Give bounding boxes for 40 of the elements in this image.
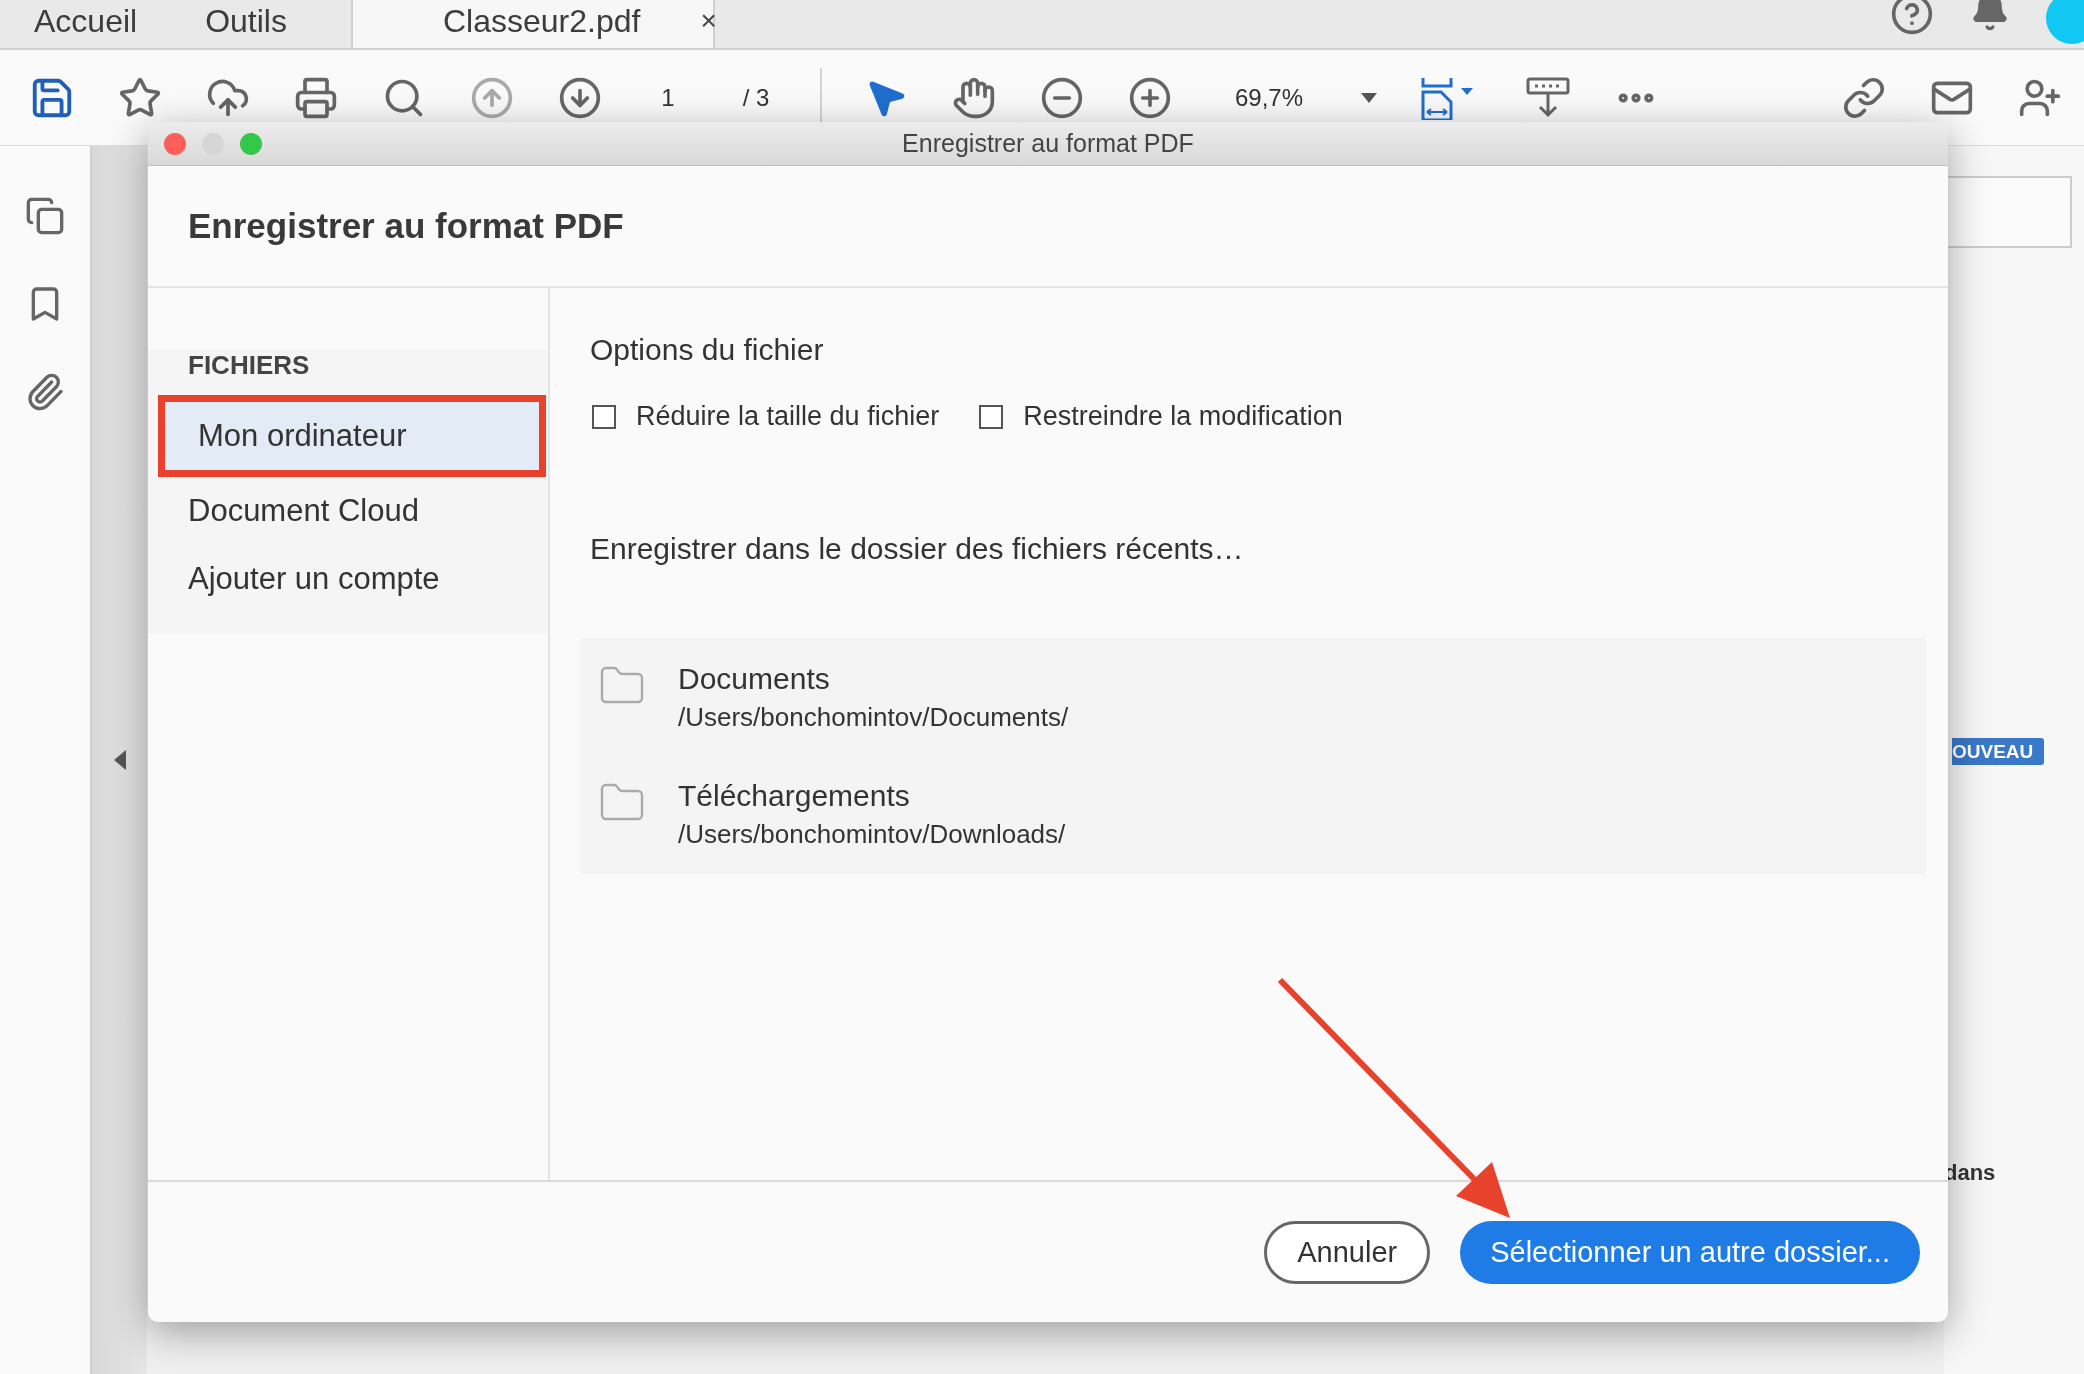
- zoom-out-icon[interactable]: [1040, 75, 1084, 120]
- folder-name[interactable]: Téléchargements: [678, 779, 1066, 813]
- link-icon[interactable]: [1842, 75, 1886, 120]
- location-item[interactable]: Ajouter un compte: [148, 545, 548, 613]
- arrow-down-icon[interactable]: [558, 75, 602, 120]
- pages-icon[interactable]: [25, 196, 65, 236]
- recent-heading: Enregistrer dans le dossier des fichiers récents…: [590, 532, 1245, 566]
- new-badge: OUVEAU: [1952, 738, 2044, 765]
- window-title: Enregistrer au format PDF: [902, 129, 1194, 158]
- location-item[interactable]: Mon ordinateur: [158, 395, 546, 477]
- dialog-heading: Enregistrer au format PDF: [188, 206, 624, 246]
- bell-icon[interactable]: [1970, 0, 2010, 32]
- close-icon[interactable]: ×: [700, 5, 717, 37]
- help-icon[interactable]: [1890, 0, 1934, 36]
- print-icon[interactable]: [294, 75, 338, 120]
- page-total: / 3: [742, 83, 770, 112]
- folder-path: /Users/bonchomintov/Downloads/: [678, 819, 1066, 850]
- tab[interactable]: Classeur2.pdf ×: [350, 0, 715, 48]
- zoom-in-icon[interactable]: [1128, 75, 1172, 120]
- checkbox[interactable]: [979, 404, 1004, 429]
- checkbox[interactable]: [592, 404, 616, 429]
- caret-icon[interactable]: [1361, 92, 1377, 103]
- option-checkbox[interactable]: Restreindre la modification: [979, 401, 1343, 432]
- collapse-icon[interactable]: [113, 750, 126, 770]
- location-item[interactable]: Document Cloud: [148, 477, 548, 545]
- paperclip-icon[interactable]: [25, 372, 65, 412]
- section-heading: FICHIERS: [187, 350, 311, 382]
- select-folder-button[interactable]: Sélectionner un autre dossier...: [1460, 1220, 1920, 1284]
- page-number[interactable]: 1: [661, 83, 675, 112]
- option-checkbox[interactable]: Réduire la taille du fichier: [592, 401, 940, 432]
- hand-icon[interactable]: [952, 75, 996, 120]
- arrow-up-icon[interactable]: [470, 75, 514, 120]
- folder-path: /Users/bonchomintov/Documents/: [678, 702, 1069, 733]
- zoom-level[interactable]: 69,7%: [1234, 83, 1304, 112]
- tab[interactable]: Accueil: [0, 0, 172, 48]
- tab[interactable]: Outils: [171, 0, 321, 48]
- folder-name[interactable]: Documents: [678, 662, 1069, 696]
- keyboard-down-icon[interactable]: [1526, 76, 1570, 119]
- options-heading: Options du fichier: [590, 333, 825, 367]
- cancel-button[interactable]: Annuler: [1264, 1220, 1431, 1284]
